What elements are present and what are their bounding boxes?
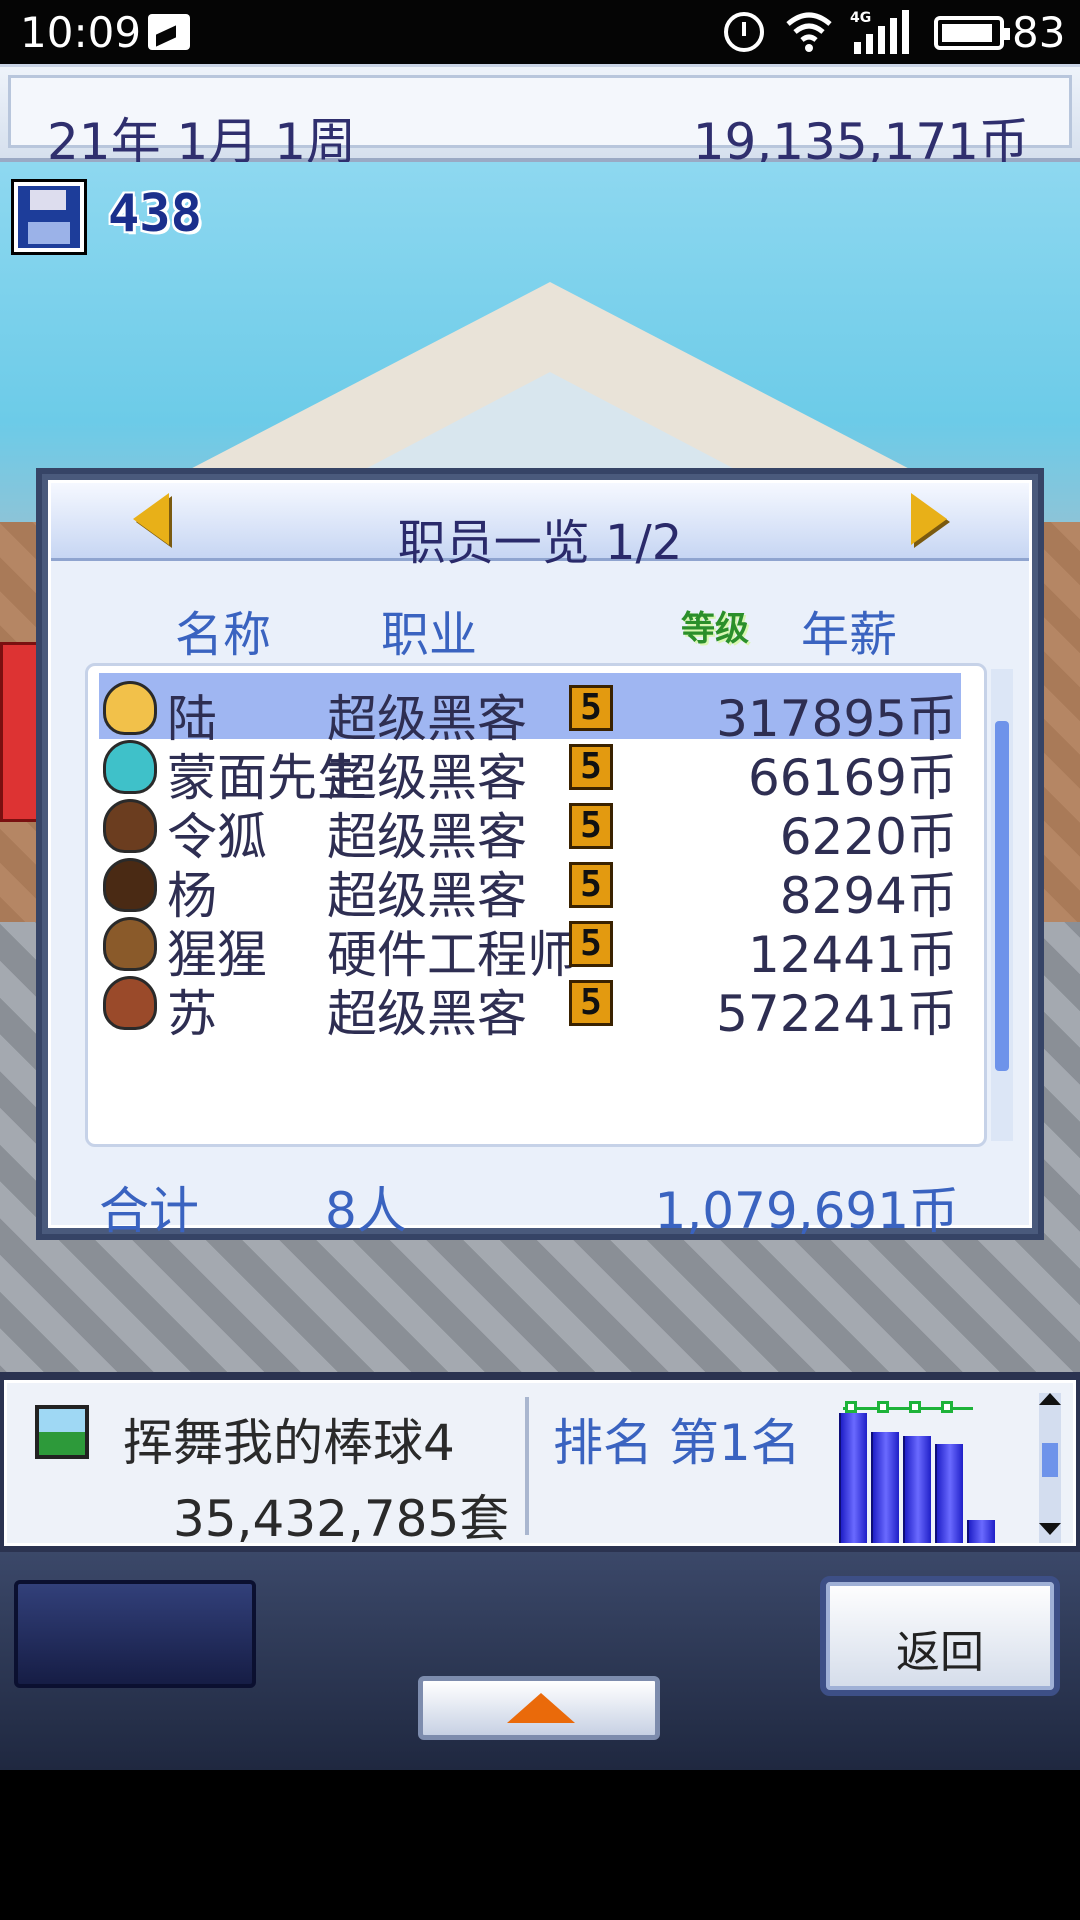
save-count: 438 bbox=[108, 184, 202, 244]
product-panel[interactable]: 挥舞我的棒球4 35,432,785套 排名 第1名 bbox=[0, 1372, 1080, 1552]
staff-grade-badge: 5 bbox=[569, 921, 613, 967]
header-grade: 等级 bbox=[681, 609, 749, 649]
floppy-disk-icon bbox=[11, 179, 87, 255]
total-count: 8人 bbox=[325, 1182, 407, 1240]
alarm-icon bbox=[724, 12, 764, 52]
sales-bar bbox=[839, 1413, 867, 1543]
scroll-down-arrow-icon[interactable] bbox=[1039, 1523, 1061, 1535]
staff-list-panel: 职员一览 1/2 名称 职业 等级 年薪 陆超级黑客 5 317895币 蒙面先生 超级… bbox=[48, 480, 1032, 1240]
screen-bottom bbox=[0, 1770, 1080, 1920]
total-label: 合计 bbox=[99, 1182, 199, 1240]
header-job: 职业 bbox=[381, 607, 478, 663]
staff-row[interactable]: 蒙面先生 超级黑客 5 66169币 bbox=[99, 732, 961, 807]
sales-bar-chart bbox=[835, 1395, 1035, 1543]
wifi-icon bbox=[786, 12, 832, 52]
total-salary: 1,079,691币 bbox=[654, 1182, 959, 1240]
sales-trend-point bbox=[941, 1401, 953, 1413]
signal-icon bbox=[854, 10, 909, 54]
sales-trend-point bbox=[877, 1401, 889, 1413]
next-page-arrow-icon[interactable] bbox=[911, 493, 947, 545]
staff-row[interactable]: 杨超级黑客 5 8294币 bbox=[99, 850, 961, 925]
sales-bar bbox=[935, 1444, 963, 1543]
battery-icon bbox=[934, 16, 1010, 50]
staff-avatar bbox=[103, 976, 157, 1030]
date-money-bar: 21年 1月 1周 19,135,171币 bbox=[0, 64, 1080, 171]
staff-row[interactable]: 令狐 超级黑客 5 6220币 bbox=[99, 791, 961, 866]
sales-bar bbox=[871, 1432, 899, 1543]
sales-trend-point bbox=[909, 1401, 921, 1413]
staff-row[interactable]: 陆超级黑客 5 317895币 bbox=[99, 673, 961, 748]
staff-avatar bbox=[103, 799, 157, 853]
product-scroll-thumb[interactable] bbox=[1042, 1443, 1058, 1477]
game-sales: 35,432,785套 bbox=[173, 1490, 510, 1548]
product-panel-frame: 挥舞我的棒球4 35,432,785套 排名 第1名 bbox=[4, 1380, 1076, 1548]
sales-trend-line bbox=[843, 1407, 973, 1410]
staff-grade-badge: 5 bbox=[569, 862, 613, 908]
game-rank: 排名 第1名 bbox=[553, 1414, 801, 1472]
header-name: 名称 bbox=[175, 607, 272, 663]
sales-bar bbox=[967, 1520, 995, 1543]
staff-avatar bbox=[103, 740, 157, 794]
staff-salary: 572241币 bbox=[716, 985, 957, 1043]
back-button-label: 返回 bbox=[896, 1627, 984, 1678]
staff-avatar bbox=[103, 858, 157, 912]
game-name: 挥舞我的棒球4 bbox=[123, 1414, 455, 1472]
staff-row[interactable]: 苏 超级黑客 5 572241币 bbox=[99, 968, 961, 1043]
staff-grade-badge: 5 bbox=[569, 685, 613, 731]
header-salary: 年薪 bbox=[801, 607, 898, 663]
dialog-header: 职员一览 1/2 bbox=[51, 483, 1029, 571]
staff-row[interactable]: 猩猩 硬件工程师 5 12441币 bbox=[99, 909, 961, 984]
dialog-title: 职员一览 1/2 bbox=[397, 515, 683, 571]
staff-list-dialog: 职员一览 1/2 名称 职业 等级 年薪 陆超级黑客 5 317895币 蒙面先生 超级… bbox=[36, 468, 1044, 1240]
bottom-menu: 返回 bbox=[0, 1552, 1080, 1770]
staff-list-scroll-thumb[interactable] bbox=[995, 721, 1009, 1071]
menu-slot[interactable] bbox=[14, 1580, 256, 1688]
expand-menu-button[interactable] bbox=[418, 1676, 660, 1740]
game-cartridge-icon bbox=[35, 1405, 89, 1459]
staff-avatar bbox=[103, 917, 157, 971]
staff-grade-badge: 5 bbox=[569, 803, 613, 849]
product-divider bbox=[525, 1397, 529, 1535]
vending-machine bbox=[0, 642, 40, 822]
sales-trend-point bbox=[845, 1401, 857, 1413]
battery-level: 83 bbox=[1012, 8, 1066, 57]
staff-name: 苏 bbox=[167, 985, 217, 1043]
scroll-up-arrow-icon[interactable] bbox=[1039, 1393, 1061, 1405]
image-notification-icon bbox=[148, 14, 190, 50]
back-button[interactable]: 返回 bbox=[820, 1576, 1060, 1696]
staff-grade-badge: 5 bbox=[569, 744, 613, 790]
sales-bar bbox=[903, 1436, 931, 1543]
status-bar: 10:09 4G 83 bbox=[0, 0, 1080, 64]
staff-job: 超级黑客 bbox=[327, 985, 527, 1043]
staff-grade-badge: 5 bbox=[569, 980, 613, 1026]
staff-avatar bbox=[103, 681, 157, 735]
clock: 10:09 bbox=[20, 8, 142, 57]
date-money-frame: 21年 1月 1周 19,135,171币 bbox=[8, 75, 1072, 171]
